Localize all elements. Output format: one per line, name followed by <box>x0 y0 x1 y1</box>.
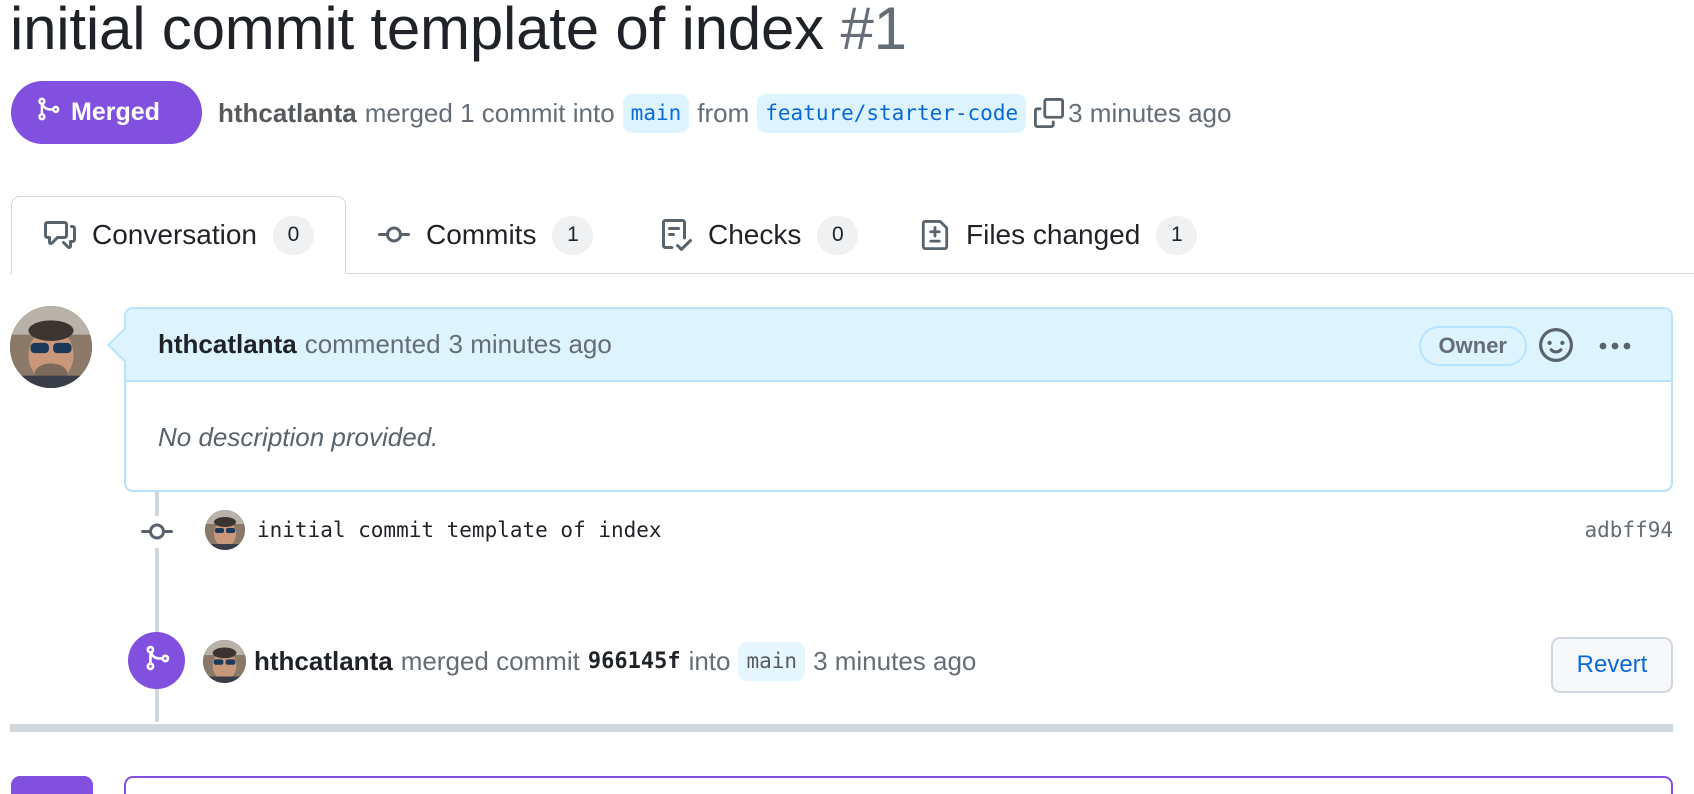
commit-sha-link[interactable]: adbff94 <box>1584 518 1673 542</box>
git-commit-icon <box>140 516 174 553</box>
git-merge-icon <box>143 644 171 677</box>
avatar[interactable] <box>10 306 92 388</box>
checklist-icon <box>660 218 692 252</box>
owner-badge: Owner <box>1418 326 1527 366</box>
head-branch[interactable]: feature/starter-code <box>757 93 1027 133</box>
merge-commit-sha-link[interactable]: 966145f <box>588 649 681 674</box>
tab-counter: 1 <box>1156 215 1198 255</box>
comment-author-link[interactable]: hthcatlanta <box>158 329 297 360</box>
into-text: into <box>688 645 731 676</box>
base-branch[interactable]: main <box>622 93 690 133</box>
merged-state-badge: Merged <box>11 81 202 144</box>
git-merge-icon <box>35 94 71 131</box>
tab-conversation[interactable]: Conversation 0 <box>11 196 346 274</box>
comment-box: hthcatlanta commented 3 minutes ago Owne… <box>107 307 1673 492</box>
merge-text: merged 1 commit into <box>364 97 615 128</box>
merge-event-badge <box>128 632 185 689</box>
comment-action: commented <box>304 329 441 359</box>
comment-discussion-icon <box>44 219 76 251</box>
merge-author-link[interactable]: hthcatlanta <box>254 646 393 677</box>
merge-base-branch[interactable]: main <box>738 641 806 681</box>
avatar[interactable] <box>205 510 245 550</box>
pr-author-link[interactable]: hthcatlanta <box>218 98 357 129</box>
state-label: Merged <box>71 98 160 126</box>
avatar[interactable] <box>203 639 246 683</box>
timeline-end-separator <box>10 724 1673 732</box>
comment-time[interactable]: 3 minutes ago <box>449 329 612 360</box>
tab-label: Commits <box>426 219 537 250</box>
git-commit-icon <box>378 219 410 251</box>
merge-event-action: merged commit <box>400 645 580 676</box>
from-text: from <box>697 97 750 128</box>
pr-time[interactable]: 3 minutes ago <box>1068 98 1231 129</box>
tab-files-changed[interactable]: Files changed 1 <box>920 196 1198 274</box>
tab-label: Conversation <box>92 219 257 250</box>
commit-message-link[interactable]: initial commit template of index <box>257 518 662 542</box>
pr-title-text: initial commit template of index <box>10 0 824 62</box>
pr-number: #1 <box>840 0 907 62</box>
tab-commits[interactable]: Commits 1 <box>378 196 594 274</box>
merge-time[interactable]: 3 minutes ago <box>813 646 976 677</box>
tab-label: Files changed <box>966 219 1141 250</box>
tab-counter: 0 <box>817 215 859 255</box>
timeline-commit: initial commit template of index adbff94 <box>140 510 1673 554</box>
smiley-icon[interactable] <box>1539 328 1575 364</box>
file-diff-icon <box>920 218 950 252</box>
tab-checks[interactable]: Checks 0 <box>660 196 859 274</box>
merged-status-box <box>124 776 1673 794</box>
comment-body: No description provided. <box>158 422 439 452</box>
kebab-horizontal-icon[interactable] <box>1597 335 1633 357</box>
revert-button[interactable]: Revert <box>1551 637 1673 693</box>
tab-counter: 1 <box>552 215 594 255</box>
tab-counter: 0 <box>272 215 314 255</box>
pr-title: initial commit template of index #1 <box>10 0 907 63</box>
copy-icon[interactable] <box>1034 98 1065 128</box>
tab-label: Checks <box>708 219 802 250</box>
merged-status-icon <box>11 776 93 794</box>
pr-meta: hthcatlanta merged 1 commit into main fr… <box>218 88 1231 138</box>
merge-event-text: hthcatlanta merged commit 966145f into m… <box>203 638 976 684</box>
